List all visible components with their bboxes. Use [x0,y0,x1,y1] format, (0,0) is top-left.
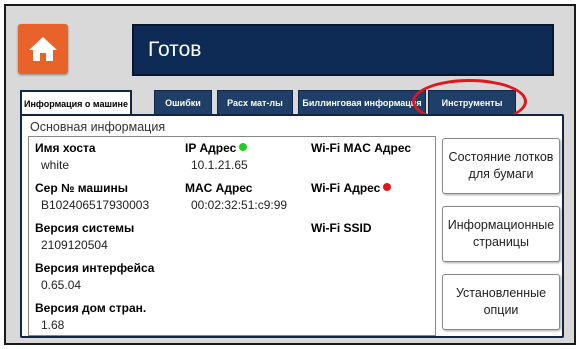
field-value: 2109120504 [41,238,108,252]
tab-supplies[interactable]: Расх мат-лы [217,90,293,114]
field-wifi-mac: Wi-Fi MAC Адрес [311,141,411,155]
tab-billing[interactable]: Биллинговая информация [298,90,426,114]
tab-label: Биллинговая информация [302,97,422,108]
field-value: 00:02:32:51:c9:99 [191,198,288,212]
home-button[interactable] [18,24,68,74]
ip-status-dot-icon [239,143,248,151]
tab-errors[interactable]: Ошибки [154,90,212,114]
tab-machine-info[interactable]: Информация о машине [20,90,132,116]
field-label: Версия дом стран. [35,301,147,315]
field-home-version: Версия дом стран. 1.68 [35,301,146,332]
tab-label: Информация о машине [24,99,128,109]
field-value: white [41,158,70,172]
field-label: Wi-Fi MAC Адрес [311,141,412,155]
field-ip-address: IP Адрес 10.1.21.65 [185,141,248,172]
wifi-status-dot-icon [383,183,392,191]
field-label: MAC Адрес [185,181,253,195]
field-label: Версия интерфейса [35,261,155,275]
field-value: 0.65.04 [41,278,82,292]
field-wifi-ssid: Wi-Fi SSID [311,221,372,235]
tab-label: Расх мат-лы [227,97,283,108]
installed-options-button[interactable]: Установленные опции [442,274,560,330]
field-value: 10.1.21.65 [191,158,248,172]
field-value: B102406517930003 [41,198,150,212]
field-system-version: Версия системы 2109120504 [35,221,134,252]
wifi-ip-label-text: Wi-Fi Адрес [311,181,381,195]
field-value: 1.68 [41,318,65,332]
field-label: Wi-Fi Адрес [311,181,392,195]
field-hostname: Имя хоста white [35,141,96,172]
field-label: Имя хоста [35,141,96,155]
tab-label: Ошибки [165,97,201,108]
field-ui-version: Версия интерфейса 0.65.04 [35,261,154,292]
section-title: Основная информация [30,120,166,134]
field-label: Версия системы [35,221,135,235]
ip-label-text: IP Адрес [185,141,237,155]
tab-label: Инструменты [441,97,503,108]
machine-info-panel: Основная информация Имя хоста white Сер … [20,114,564,338]
field-mac-address: MAC Адрес 00:02:32:51:c9:99 [185,181,287,212]
basic-info-box: Имя хоста white Сер № машины B1024065179… [28,136,436,336]
field-label: IP Адрес [185,141,248,155]
field-wifi-address: Wi-Fi Адрес [311,181,392,195]
tray-status-button[interactable]: Состояние лотков для бумаги [442,138,560,194]
home-icon [29,37,57,61]
status-bar: Готов [132,24,554,76]
field-serial: Сер № машины B102406517930003 [35,181,149,212]
field-label: Сер № машины [35,181,128,195]
button-label: Состояние лотков для бумаги [448,150,554,181]
button-label: Установленные опции [455,286,547,317]
button-label: Информационные страницы [447,218,555,249]
tab-tools[interactable]: Инструменты [428,90,516,114]
status-text: Готов [148,38,202,61]
field-label: Wi-Fi SSID [311,221,372,235]
info-pages-button[interactable]: Информационные страницы [442,206,560,262]
tab-bar: Информация о машине Ошибки Расх мат-лы Б… [20,90,570,116]
